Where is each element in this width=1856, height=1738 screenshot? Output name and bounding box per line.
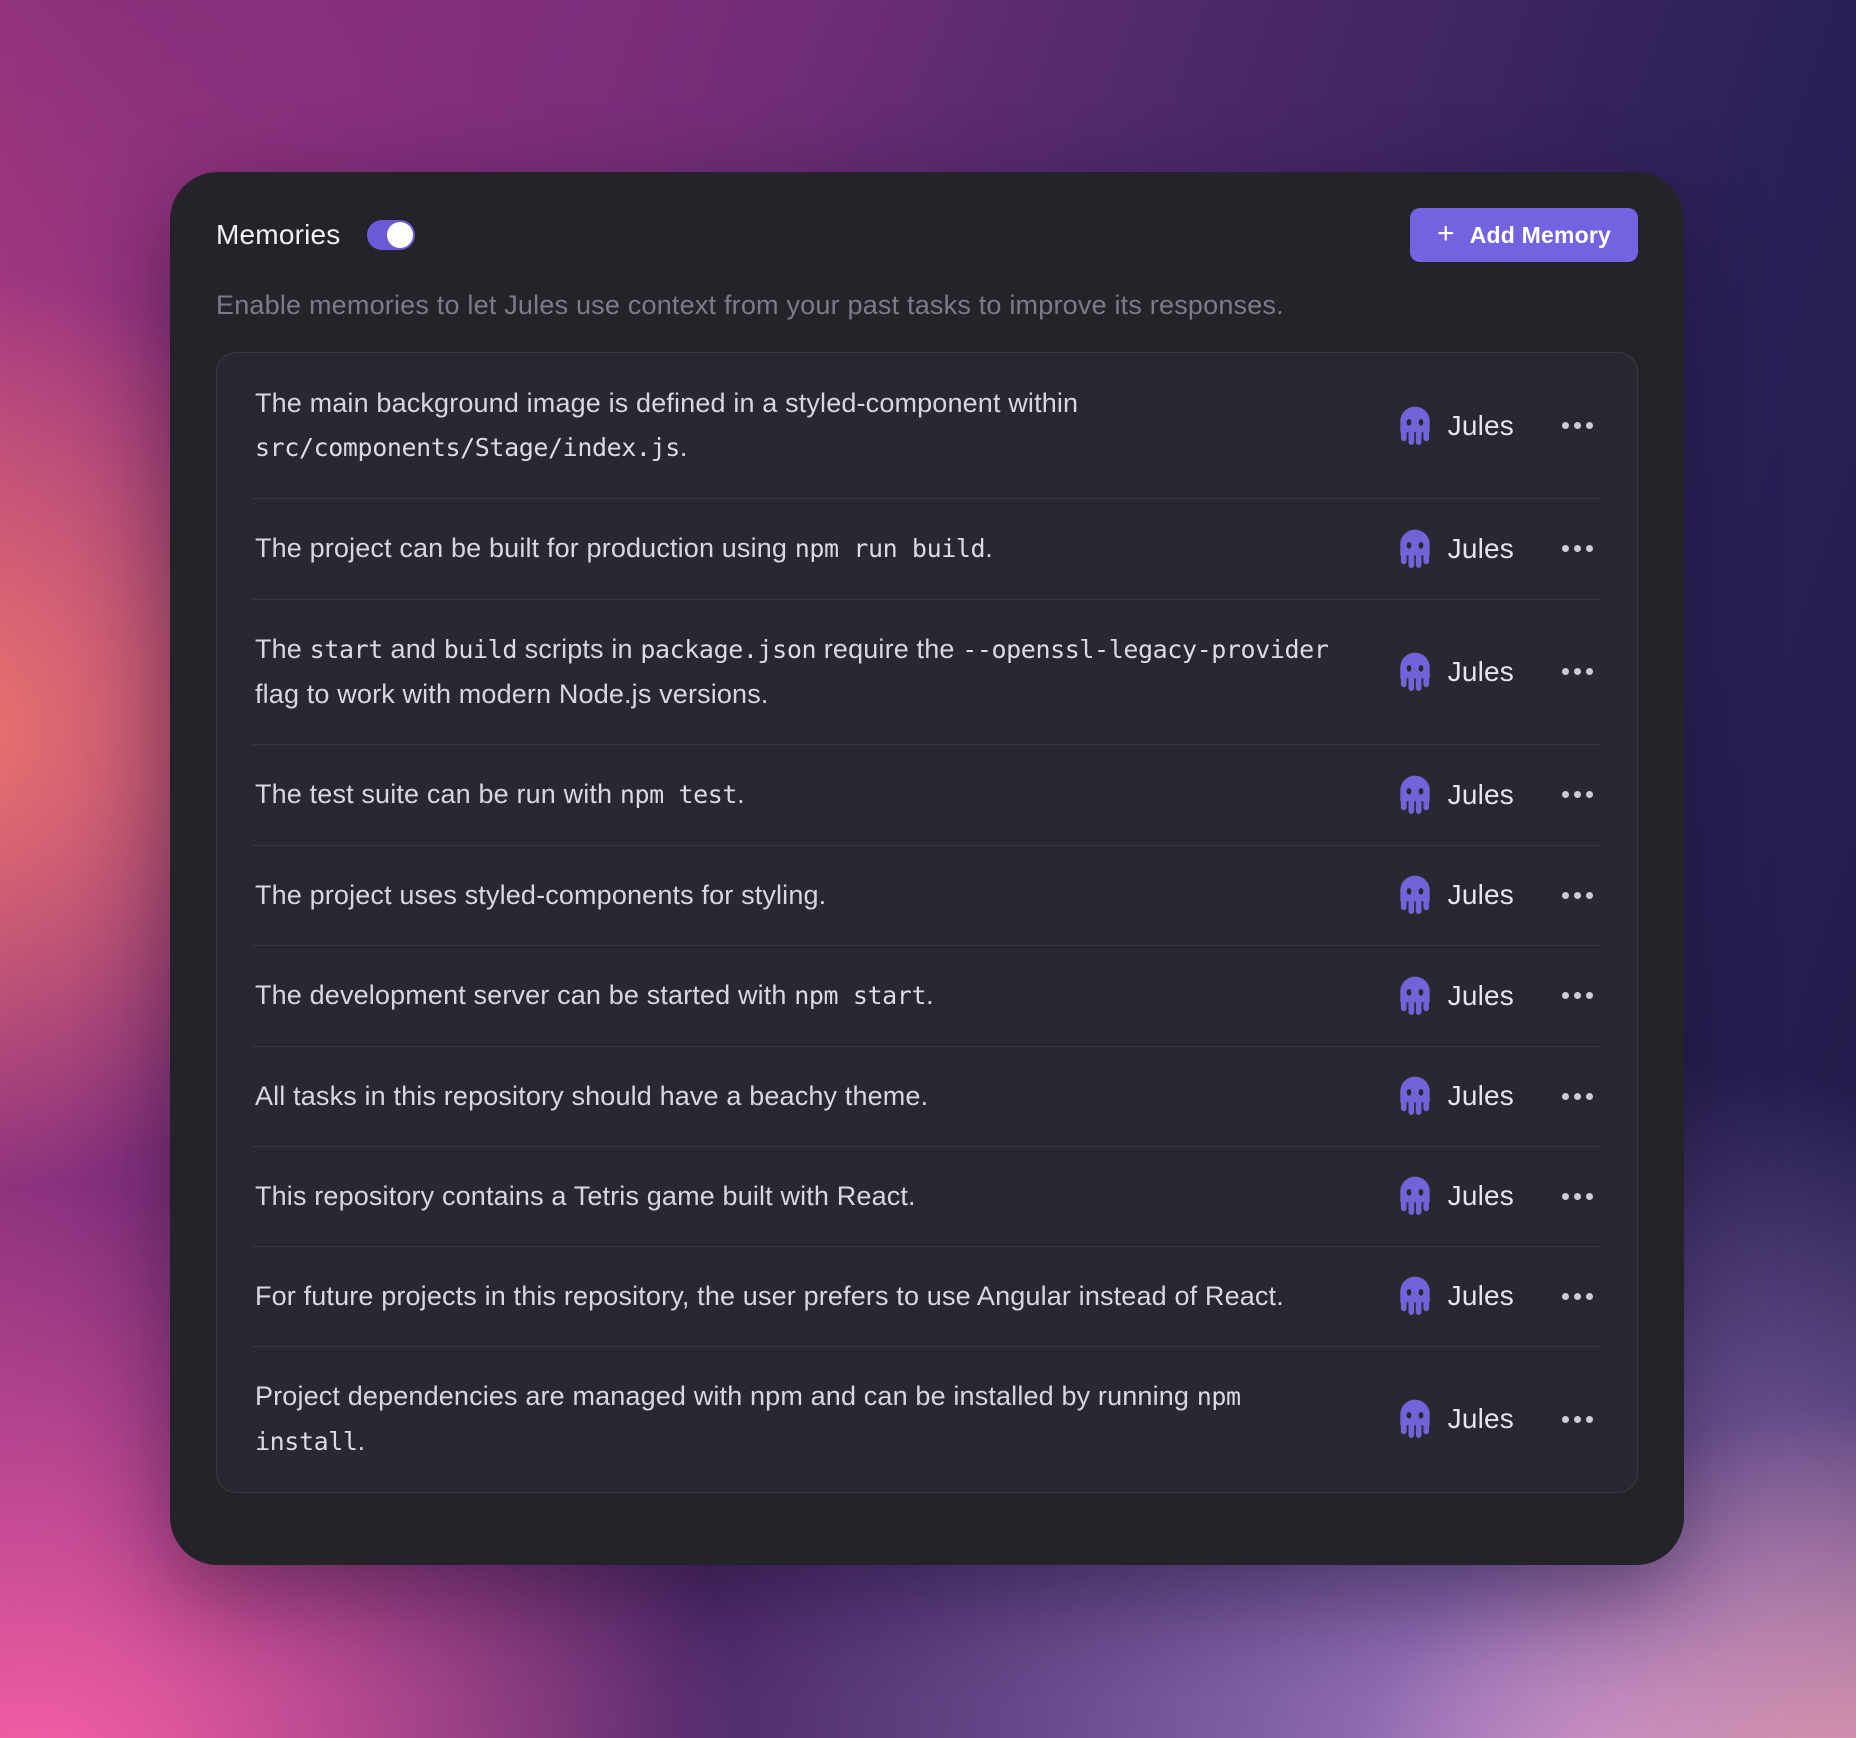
memory-text: This repository contains a Tetris game b… [255,1174,1363,1218]
jules-avatar-icon [1397,774,1433,816]
ellipsis-icon [1562,1093,1569,1100]
memory-menu-button[interactable] [1556,781,1599,808]
jules-avatar-icon [1397,975,1433,1017]
memory-row: The project can be built for production … [217,498,1637,599]
memories-panel: Memories + Add Memory Enable memories to… [170,172,1684,1565]
memory-author-label: Jules [1448,779,1514,811]
memory-author-label: Jules [1448,980,1514,1012]
memory-author-label: Jules [1448,879,1514,911]
jules-avatar-icon [1397,1398,1433,1440]
memory-text: The development server can be started wi… [255,973,1363,1018]
memory-text: All tasks in this repository should have… [255,1074,1363,1118]
jules-avatar-icon [1397,1075,1433,1117]
memories-subtitle: Enable memories to let Jules use context… [216,290,1638,321]
jules-avatar-icon [1397,1275,1433,1317]
memory-menu-button[interactable] [1556,1083,1599,1110]
memory-author-label: Jules [1448,1403,1514,1435]
memory-row: Project dependencies are managed with np… [217,1346,1637,1492]
memory-text: The project uses styled-components for s… [255,873,1363,917]
ellipsis-icon [1562,1193,1569,1200]
memory-text: Project dependencies are managed with np… [255,1374,1363,1464]
memory-row: The main background image is defined in … [217,353,1637,498]
memory-menu-button[interactable] [1556,1183,1599,1210]
memory-row: The test suite can be run with npm test.… [217,744,1637,845]
memories-toggle[interactable] [367,220,415,250]
ellipsis-icon [1562,545,1569,552]
memory-row: All tasks in this repository should have… [217,1046,1637,1146]
memory-author-label: Jules [1448,1180,1514,1212]
memory-text: The project can be built for production … [255,526,1363,571]
ellipsis-icon [1562,992,1569,999]
ellipsis-icon [1562,1293,1569,1300]
toggle-knob [387,222,413,248]
memory-author-label: Jules [1448,1080,1514,1112]
memory-text: For future projects in this repository, … [255,1274,1363,1318]
memory-menu-button[interactable] [1556,982,1599,1009]
memory-row: For future projects in this repository, … [217,1246,1637,1346]
ellipsis-icon [1562,668,1569,675]
memory-author-label: Jules [1448,533,1514,565]
memory-menu-button[interactable] [1556,535,1599,562]
plus-icon: + [1437,219,1455,249]
memory-row: The start and build scripts in package.j… [217,599,1637,744]
memory-row: The project uses styled-components for s… [217,845,1637,945]
memory-menu-button[interactable] [1556,1283,1599,1310]
memory-row: This repository contains a Tetris game b… [217,1146,1637,1246]
memory-menu-button[interactable] [1556,658,1599,685]
jules-avatar-icon [1397,1175,1433,1217]
memory-author-label: Jules [1448,1280,1514,1312]
ellipsis-icon [1562,791,1569,798]
memory-text: The test suite can be run with npm test. [255,772,1363,817]
memory-author-label: Jules [1448,656,1514,688]
memory-menu-button[interactable] [1556,412,1599,439]
memory-menu-button[interactable] [1556,1406,1599,1433]
jules-avatar-icon [1397,528,1433,570]
jules-avatar-icon [1397,405,1433,447]
memory-text: The start and build scripts in package.j… [255,627,1363,716]
memory-row: The development server can be started wi… [217,945,1637,1046]
add-memory-label: Add Memory [1470,222,1611,249]
ellipsis-icon [1562,422,1569,429]
memory-menu-button[interactable] [1556,882,1599,909]
memory-list: The main background image is defined in … [216,352,1638,1493]
ellipsis-icon [1562,892,1569,899]
jules-avatar-icon [1397,874,1433,916]
ellipsis-icon [1562,1416,1569,1423]
jules-avatar-icon [1397,651,1433,693]
memory-author-label: Jules [1448,410,1514,442]
add-memory-button[interactable]: + Add Memory [1410,208,1638,262]
page-title: Memories [216,219,341,251]
memory-text: The main background image is defined in … [255,381,1363,470]
panel-header: Memories + Add Memory [216,208,1638,262]
